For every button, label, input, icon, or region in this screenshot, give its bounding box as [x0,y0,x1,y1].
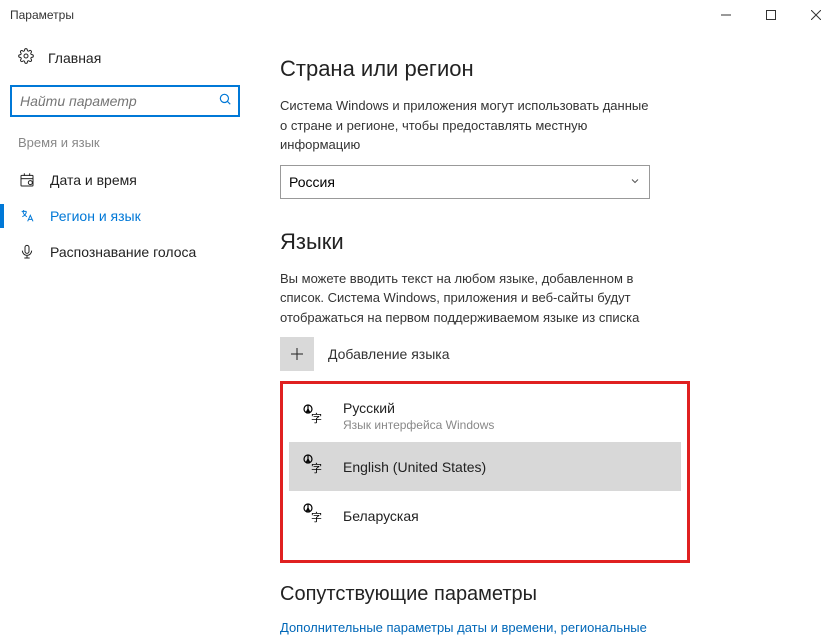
related-heading: Сопутствующие параметры [280,583,808,606]
sidebar-item-label: Регион и язык [50,208,141,224]
region-heading: Страна или регион [280,56,808,82]
search-field[interactable] [20,93,218,109]
country-selected: Россия [289,174,335,190]
add-language-label: Добавление языка [328,346,450,362]
search-icon [218,92,232,111]
microphone-icon [18,244,36,260]
window-title: Параметры [10,8,74,22]
language-item-english[interactable]: 字 English (United States) [289,442,681,491]
languages-description: Вы можете вводить текст на любом языке, … [280,269,650,328]
language-name: Беларуская [343,508,419,524]
country-select[interactable]: Россия [280,165,650,199]
plus-icon [280,337,314,371]
languages-heading: Языки [280,229,808,255]
home-nav[interactable]: Главная [0,40,260,75]
svg-text:字: 字 [311,411,322,425]
add-language-button[interactable]: Добавление языка [280,337,808,371]
language-subtitle: Язык интерфейса Windows [343,418,494,432]
language-item-russian[interactable]: 字 Русский Язык интерфейса Windows [289,390,681,442]
sidebar-item-speech[interactable]: Распознавание голоса [0,234,260,270]
maximize-button[interactable] [748,0,793,30]
language-name: Русский [343,400,494,416]
minimize-button[interactable] [703,0,748,30]
language-glyph-icon: 字 [301,501,329,530]
gear-icon [18,48,34,67]
search-input[interactable] [10,85,240,117]
chevron-down-icon [629,174,641,190]
language-icon [18,208,36,224]
related-link[interactable]: Дополнительные параметры даты и времени,… [280,618,650,643]
svg-text:字: 字 [311,510,322,524]
svg-text:字: 字 [311,461,322,475]
language-item-belarusian[interactable]: 字 Беларуская [289,491,681,540]
calendar-icon [18,172,36,188]
home-label: Главная [48,50,101,66]
language-list-highlight: 字 Русский Язык интерфейса Windows 字 Engl… [280,381,690,563]
sidebar-item-datetime[interactable]: Дата и время [0,162,260,198]
category-title: Время и язык [0,135,260,162]
language-name: English (United States) [343,459,486,475]
sidebar-item-region[interactable]: Регион и язык [0,198,260,234]
close-button[interactable] [793,0,838,30]
sidebar-item-label: Дата и время [50,172,137,188]
language-glyph-icon: 字 [301,402,329,431]
region-description: Система Windows и приложения могут испол… [280,96,650,155]
sidebar-item-label: Распознавание голоса [50,244,196,260]
language-glyph-icon: 字 [301,452,329,481]
